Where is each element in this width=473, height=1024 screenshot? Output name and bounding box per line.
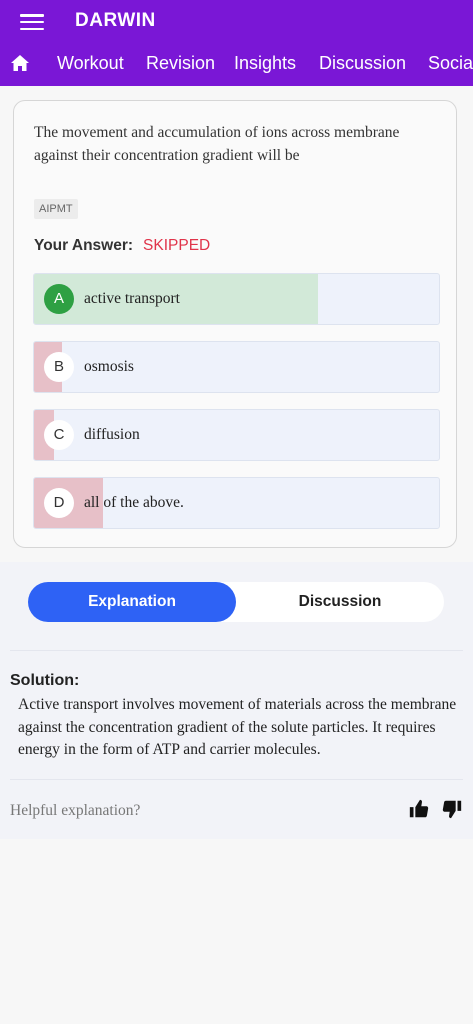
option-d[interactable]: D all of the above. [33,477,440,529]
question-card: The movement and accumulation of ions ac… [13,100,457,548]
thumbs-down-icon[interactable] [441,798,463,820]
option-c[interactable]: C diffusion [33,409,440,461]
explanation-section: Explanation Discussion Solution: Active … [0,562,473,839]
option-c-text: diffusion [84,426,140,443]
option-d-badge: D [44,488,74,518]
explanation-tab[interactable]: Explanation [28,582,236,622]
helpful-prompt: Helpful explanation? [10,802,141,819]
option-b-badge: B [44,352,74,382]
solution-label: Solution: [10,672,80,689]
your-answer-label: Your Answer: [34,237,134,254]
option-b[interactable]: B osmosis [33,341,440,393]
tab-revision[interactable]: Revision [146,53,215,74]
option-a-text: active transport [84,290,180,307]
tab-discussion[interactable]: Discussion [319,53,406,74]
option-b-text: osmosis [84,358,134,375]
your-answer-status: SKIPPED [143,237,211,254]
tab-workout[interactable]: Workout [57,53,124,74]
thumbs-up-icon[interactable] [408,798,430,820]
option-c-badge: C [44,420,74,450]
solution-text: Active transport involves movement of ma… [18,696,457,758]
exam-tag: AIPMT [34,199,78,219]
question-text: The movement and accumulation of ions ac… [34,124,400,164]
your-answer: Your Answer: SKIPPED [34,237,210,255]
menu-icon[interactable] [20,12,44,32]
explanation-toggle: Explanation Discussion [28,582,444,622]
option-a[interactable]: A active transport [33,273,440,325]
tab-social[interactable]: Social [428,53,473,74]
divider [10,650,463,651]
home-icon[interactable] [10,54,30,72]
app-title: DARWIN [75,10,156,31]
option-d-text: all of the above. [84,494,184,511]
discussion-tab[interactable]: Discussion [236,582,444,622]
app-header: DARWIN Workout Revision Insights Discuss… [0,0,473,86]
option-a-badge: A [44,284,74,314]
tab-insights[interactable]: Insights [234,53,296,74]
nav-tabs: Workout Revision Insights Discussion Soc… [0,46,473,82]
divider [10,779,463,780]
